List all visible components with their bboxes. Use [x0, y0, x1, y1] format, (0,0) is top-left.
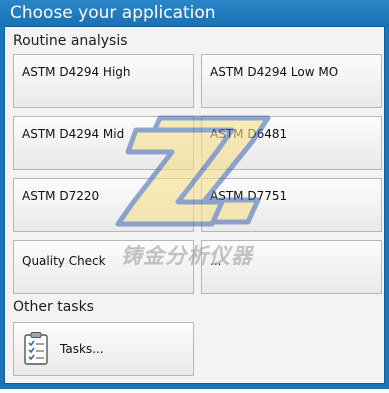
tile-label: ASTM D6481: [210, 127, 288, 141]
tile-label: ASTM D4294 High: [22, 65, 131, 79]
tile-label: Quality Check: [22, 254, 106, 268]
tile-label: ASTM D4294 Low MO: [210, 65, 339, 79]
tile-quality-check[interactable]: Quality Check: [13, 240, 194, 294]
tile-more[interactable]: ...: [201, 240, 382, 294]
tile-label: ASTM D4294 Mid: [22, 127, 125, 141]
tile-astm-d4294-low-mo[interactable]: ASTM D4294 Low MO: [201, 54, 382, 108]
content-panel: Routine analysis ASTM D4294 High ASTM D4…: [4, 26, 385, 384]
title-bar: Choose your application: [0, 0, 389, 26]
checklist-icon: [24, 332, 48, 365]
tile-label: ASTM D7220: [22, 189, 100, 203]
tile-label: ...: [210, 254, 222, 268]
other-tasks-heading: Other tasks: [13, 299, 94, 315]
tile-astm-d4294-high[interactable]: ASTM D4294 High: [13, 54, 194, 108]
tasks-button[interactable]: Tasks...: [13, 322, 194, 376]
tile-label: ASTM D7751: [210, 189, 288, 203]
tile-astm-d4294-mid[interactable]: ASTM D4294 Mid: [13, 116, 194, 170]
tile-astm-d7751[interactable]: ASTM D7751: [201, 178, 382, 232]
tile-astm-d6481[interactable]: ASTM D6481: [201, 116, 382, 170]
window-title: Choose your application: [10, 3, 216, 23]
tile-astm-d7220[interactable]: ASTM D7220: [13, 178, 194, 232]
routine-analysis-heading: Routine analysis: [13, 33, 128, 49]
tasks-label: Tasks...: [60, 342, 104, 356]
application-chooser-window: Choose your application Routine analysis…: [0, 0, 389, 389]
